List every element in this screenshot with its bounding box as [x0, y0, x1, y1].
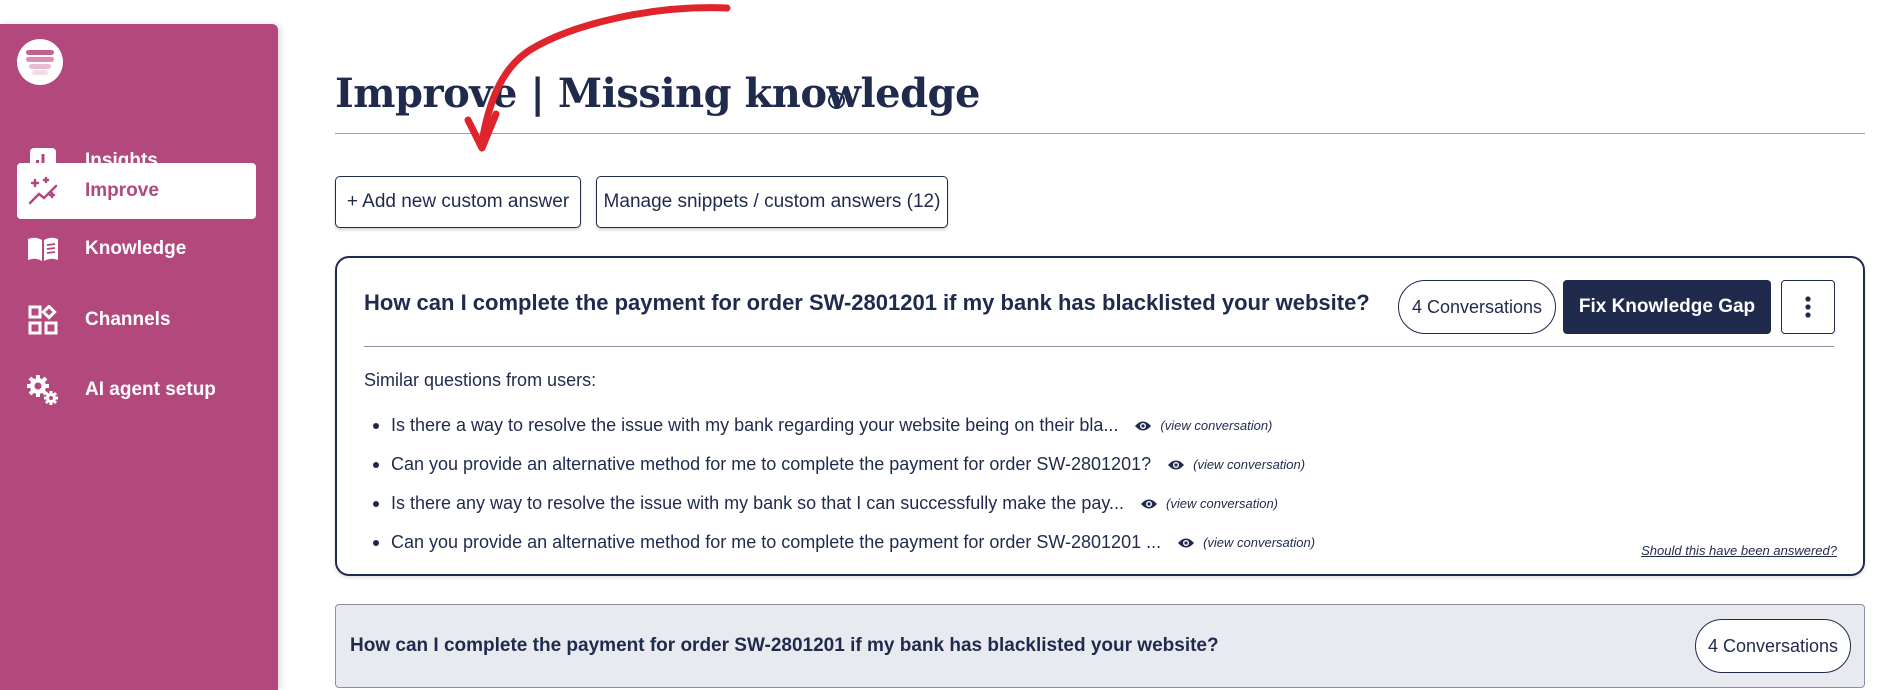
- sidebar: Insights Improve Knowledge Channels AI a…: [0, 24, 278, 690]
- app-logo-icon[interactable]: [17, 39, 63, 85]
- similar-question-text: Can you provide an alternative method fo…: [391, 532, 1162, 552]
- eye-icon[interactable]: [1167, 459, 1185, 471]
- similar-question-text: Can you provide an alternative method fo…: [391, 454, 1152, 474]
- bullet-icon: [373, 500, 379, 507]
- sidebar-item-knowledge[interactable]: Knowledge: [17, 221, 256, 277]
- knowledge-gap-card: How can I complete the payment for order…: [335, 256, 1865, 576]
- eye-icon[interactable]: [1177, 537, 1195, 549]
- sidebar-item-label: Channels: [85, 309, 171, 330]
- view-conversation-link[interactable]: (view conversation): [1193, 457, 1305, 472]
- list-item: Can you provide an alternative method fo…: [373, 445, 1573, 484]
- list-item: Is there a way to resolve the issue with…: [373, 406, 1573, 445]
- help-icon[interactable]: ?: [828, 92, 845, 109]
- view-conversation-link[interactable]: (view conversation): [1166, 496, 1278, 511]
- sidebar-item-label: AI agent setup: [85, 379, 216, 400]
- similar-question-text: Is there a way to resolve the issue with…: [391, 415, 1119, 435]
- eye-icon[interactable]: [1140, 498, 1158, 510]
- view-conversation-link[interactable]: (view conversation): [1160, 418, 1272, 433]
- sparkles-icon: [25, 173, 61, 209]
- sidebar-item-channels[interactable]: Channels: [17, 292, 256, 348]
- sidebar-item-label: Improve: [85, 180, 159, 201]
- similar-questions-heading: Similar questions from users:: [364, 370, 597, 390]
- book-icon: [25, 231, 61, 267]
- view-conversation-link[interactable]: (view conversation): [1203, 535, 1315, 550]
- fix-knowledge-gap-button[interactable]: Fix Knowledge Gap: [1563, 280, 1771, 334]
- knowledge-gap-card-collapsed[interactable]: How can I complete the payment for order…: [335, 604, 1865, 688]
- bullet-icon: [373, 539, 379, 546]
- manage-snippets-button[interactable]: Manage snippets / custom answers (12): [596, 176, 948, 228]
- conversations-count-button[interactable]: 4 Conversations: [1398, 280, 1556, 334]
- list-item: Is there any way to resolve the issue wi…: [373, 484, 1573, 523]
- bullet-icon: [373, 422, 379, 429]
- similar-questions-list: Is there a way to resolve the issue with…: [373, 406, 1573, 562]
- card-question: How can I complete the payment for order…: [350, 635, 1219, 656]
- more-options-button[interactable]: [1781, 280, 1835, 334]
- sidebar-item-label: Knowledge: [85, 238, 187, 259]
- title-divider: [335, 133, 1865, 134]
- card-question: How can I complete the payment for order…: [364, 290, 1370, 315]
- sidebar-item-improve[interactable]: Improve: [17, 163, 256, 219]
- conversations-count-button[interactable]: 4 Conversations: [1695, 619, 1851, 673]
- add-custom-answer-button[interactable]: + Add new custom answer: [335, 176, 581, 228]
- sidebar-item-ai-agent-setup[interactable]: AI agent setup: [17, 362, 256, 418]
- bullet-icon: [373, 461, 379, 468]
- similar-question-text: Is there any way to resolve the issue wi…: [391, 493, 1125, 513]
- vertical-ellipsis-icon: [1805, 296, 1811, 318]
- eye-icon[interactable]: [1134, 420, 1152, 432]
- grid-icon: [25, 302, 61, 338]
- card-divider: [364, 346, 1834, 347]
- page-title: Improve | Missing knowledge: [335, 70, 980, 117]
- gear-icon: [25, 372, 61, 408]
- list-item: Can you provide an alternative method fo…: [373, 523, 1573, 562]
- should-have-been-answered-link[interactable]: Should this have been answered?: [1641, 543, 1837, 558]
